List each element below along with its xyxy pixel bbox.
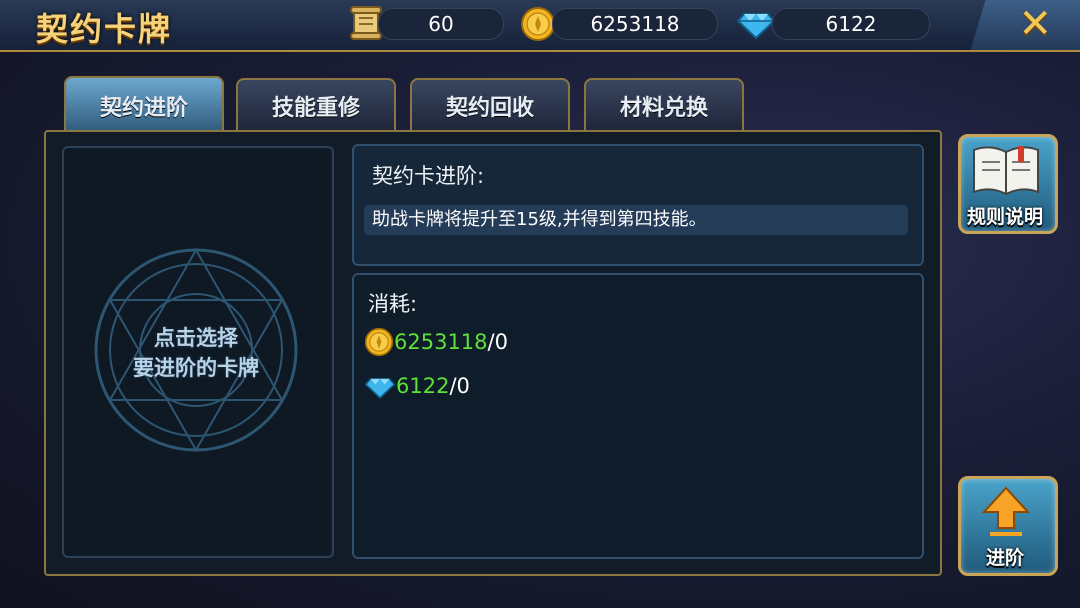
tab-contract-advance[interactable]: 契约进阶	[64, 76, 224, 134]
description-heading: 契约卡进阶:	[372, 164, 485, 188]
gold-count: 6253118	[552, 8, 718, 40]
tab-contract-recycle[interactable]: 契约回收	[410, 78, 570, 132]
gold-have: 6253118	[394, 330, 488, 354]
diamond-icon	[736, 13, 776, 40]
cost-heading: 消耗:	[368, 292, 418, 316]
book-icon	[973, 146, 1039, 196]
diamond-need: /0	[449, 374, 470, 398]
advance-button-label[interactable]: 进阶	[950, 543, 1060, 570]
gold-value: 6253118	[590, 12, 680, 36]
page-title: 契约卡牌	[36, 10, 173, 48]
diamond-icon	[364, 378, 396, 399]
gold-coin-icon	[521, 7, 555, 41]
gold-cost-row: 6253118/0	[364, 325, 508, 359]
rules-button-label[interactable]: 规则说明	[950, 202, 1060, 229]
gold-need: /0	[487, 330, 508, 354]
card-slot-hint-line1: 点击选择	[154, 326, 238, 350]
cost-box	[352, 273, 924, 559]
tab-material-exchange[interactable]: 材料兑换	[584, 78, 744, 132]
up-arrow-icon	[982, 486, 1030, 536]
close-icon[interactable]: ✕	[1018, 0, 1052, 48]
scroll-value: 60	[428, 12, 454, 36]
card-slot-hint-line2: 要进阶的卡牌	[133, 356, 259, 380]
diamond-value: 6122	[825, 12, 877, 36]
description-text: 助战卡牌将提升至15级,并得到第四技能。	[364, 205, 908, 235]
scroll-count: 60	[378, 8, 504, 40]
tab-skill-relearn[interactable]: 技能重修	[236, 78, 396, 132]
gold-coin-icon	[364, 327, 394, 357]
diamond-have: 6122	[396, 374, 450, 398]
diamond-cost-row: 6122/0	[364, 369, 470, 403]
diamond-count: 6122	[772, 8, 930, 40]
